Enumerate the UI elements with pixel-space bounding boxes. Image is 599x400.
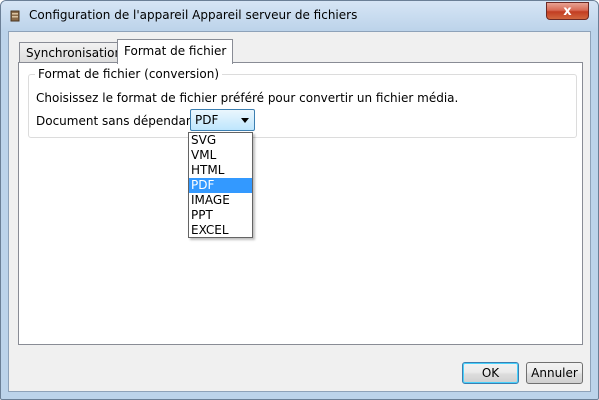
instruction-text: Choisissez le format de fichier préféré …	[36, 91, 459, 105]
close-button[interactable]: x	[546, 2, 589, 20]
format-option-vml[interactable]: VML	[189, 148, 252, 163]
format-option-svg[interactable]: SVG	[189, 133, 252, 148]
tab-panel-format: Format de fichier (conversion) Choisisse…	[18, 62, 583, 345]
format-option-excel[interactable]: EXCEL	[189, 223, 252, 238]
document-field-label: Document sans dépendance	[36, 114, 208, 128]
groupbox-label: Format de fichier (conversion)	[35, 67, 223, 81]
title-bar[interactable]: Configuration de l'appareil Appareil ser…	[1, 1, 598, 31]
format-option-image[interactable]: IMAGE	[189, 193, 252, 208]
tab-synchronisation[interactable]: Synchronisation	[19, 42, 130, 63]
chevron-down-icon	[241, 118, 249, 123]
format-option-html[interactable]: HTML	[189, 163, 252, 178]
format-dropdown-list: SVG VML HTML PDF IMAGE PPT EXCEL	[188, 132, 253, 238]
selected-format-value: PDF	[195, 113, 219, 127]
window-title: Configuration de l'appareil Appareil ser…	[29, 8, 358, 22]
document-format-select[interactable]: PDF	[190, 109, 255, 131]
close-icon: x	[563, 4, 572, 19]
conversion-groupbox: Format de fichier (conversion) Choisisse…	[28, 67, 577, 138]
cancel-button[interactable]: Annuler	[526, 362, 583, 384]
dialog-client-area: Synchronisation Format de fichier Format…	[8, 31, 591, 392]
app-icon	[10, 10, 20, 22]
tab-format-de-fichier[interactable]: Format de fichier	[117, 39, 234, 64]
format-option-pdf[interactable]: PDF	[189, 178, 252, 193]
format-option-ppt[interactable]: PPT	[189, 208, 252, 223]
ok-button[interactable]: OK	[462, 362, 519, 384]
dialog-window: Configuration de l'appareil Appareil ser…	[0, 0, 599, 400]
